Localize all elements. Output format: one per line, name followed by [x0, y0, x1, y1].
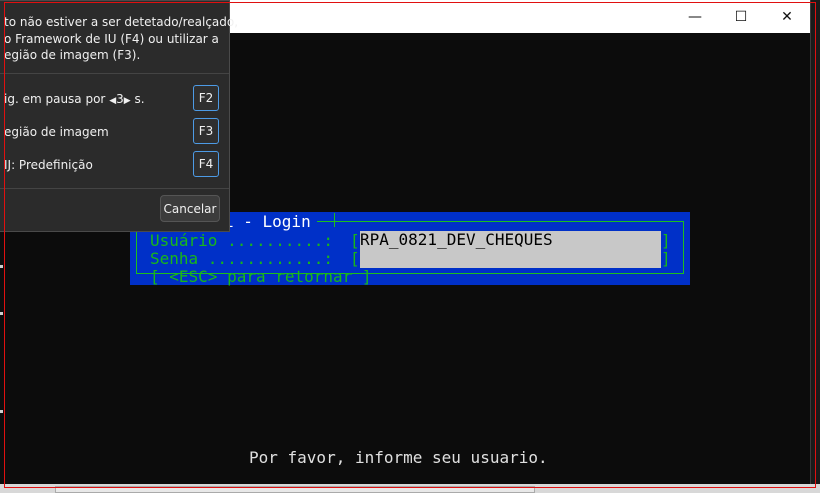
senha-bracket-open: [	[350, 249, 360, 268]
maximize-icon: ☐	[734, 8, 748, 25]
status-message: Por favor, informe seu usuario.	[249, 448, 548, 467]
pause-suffix: s.	[134, 92, 145, 106]
senha-bracket-close: ]	[661, 249, 671, 268]
ui-framework-label: IJ: Predefinição	[4, 158, 93, 172]
f3-key-button[interactable]: F3	[193, 118, 219, 144]
divider	[0, 188, 229, 189]
maximize-button[interactable]: ☐	[718, 0, 764, 33]
background-scrollbar	[55, 486, 535, 493]
f2-key-button[interactable]: F2	[193, 85, 219, 111]
edge-marker	[0, 410, 3, 413]
f4-key-button[interactable]: F4	[193, 151, 219, 177]
pause-label: ig. em pausa por	[4, 92, 106, 106]
close-icon: ✕	[781, 8, 793, 25]
usuario-bracket-open: [	[350, 231, 360, 250]
pause-seconds[interactable]: 3	[116, 92, 124, 106]
senha-label: Senha ............:	[150, 249, 343, 268]
minimize-icon: —	[688, 8, 702, 25]
cancel-button[interactable]: Cancelar	[160, 195, 220, 222]
pause-row: ig. em pausa por ◀3▶ s.	[4, 92, 145, 106]
minimize-button[interactable]: —	[672, 0, 718, 33]
divider	[0, 73, 229, 74]
background-window-edge	[810, 0, 820, 493]
esc-return-hint: [ <ESC> para retornar ]	[150, 267, 372, 286]
login-title: i - Login	[222, 213, 317, 231]
title-border-tick	[334, 213, 335, 227]
image-region-label: egião de imagem	[4, 125, 109, 139]
info-text-line2: o Framework de IU (F4) ou utilizar a	[4, 32, 219, 46]
triangle-right-icon[interactable]: ▶	[124, 96, 131, 106]
element-picker-panel: to não estiver a ser detetado/realçado, …	[0, 0, 238, 232]
usuario-bracket-close: ]	[661, 231, 671, 250]
usuario-label: Usuário ..........:	[150, 231, 343, 250]
edge-marker	[0, 265, 3, 268]
info-text-line3: egião de imagem (F3).	[4, 48, 141, 62]
info-text-line1: to não estiver a ser detetado/realçado,	[4, 15, 239, 29]
usuario-input[interactable]: RPA_0821_DEV_CHEQUES	[360, 231, 661, 250]
edge-marker	[0, 312, 3, 315]
senha-input[interactable]	[360, 249, 661, 268]
close-button[interactable]: ✕	[764, 0, 810, 33]
